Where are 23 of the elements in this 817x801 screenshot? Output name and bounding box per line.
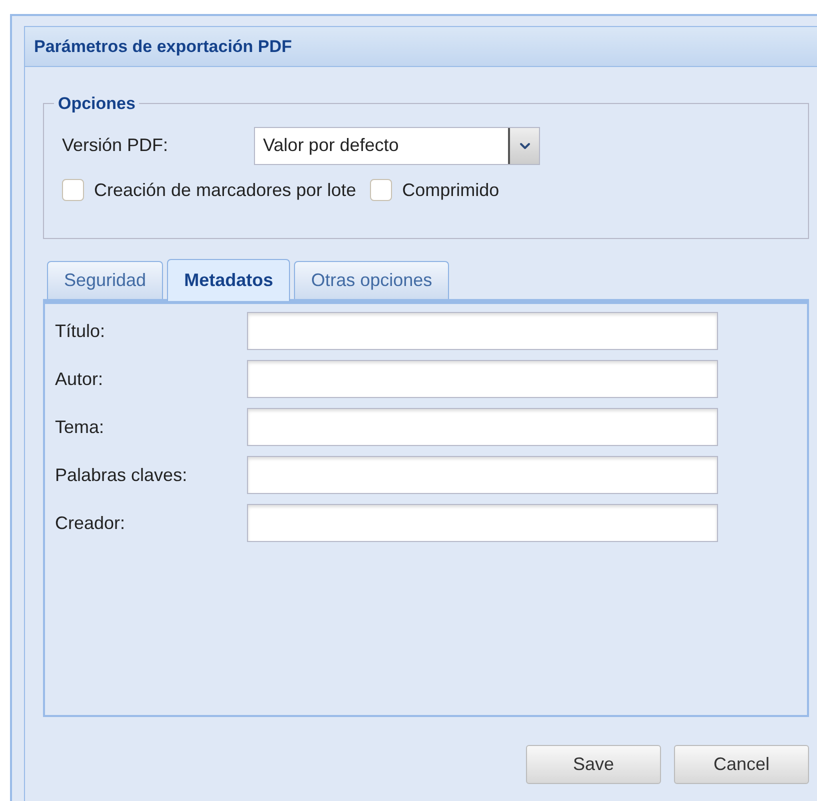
text-field[interactable] (247, 312, 718, 350)
tab[interactable]: Otras opciones (294, 261, 450, 299)
dialog-button[interactable]: Cancel (674, 745, 809, 784)
text-field[interactable] (247, 504, 718, 542)
field-label: Título: (55, 320, 106, 342)
version-dropdown[interactable]: Valor por defecto (254, 126, 540, 164)
text-field[interactable] (247, 360, 718, 398)
text-field[interactable] (247, 456, 718, 494)
tab[interactable]: Seguridad (47, 261, 164, 299)
tab[interactable]: Metadatos (167, 259, 290, 301)
text-field[interactable] (247, 408, 718, 446)
field-label: Autor: (55, 368, 104, 390)
field-label: Creador: (55, 512, 126, 534)
checkbox[interactable] (62, 179, 84, 201)
group-legend: Opciones (54, 91, 140, 116)
dialog-button[interactable]: Save (526, 745, 661, 784)
field-label: Versión PDF: (62, 134, 170, 157)
checkbox-label: Comprimido (402, 178, 500, 202)
field-label: Palabras claves: (55, 464, 188, 486)
window-title: Parámetros de exportación PDF (34, 36, 292, 58)
checkbox[interactable] (370, 179, 392, 201)
field-label: Tema: (55, 416, 106, 438)
checkbox-label: Creación de marcadores por lote (94, 178, 356, 202)
